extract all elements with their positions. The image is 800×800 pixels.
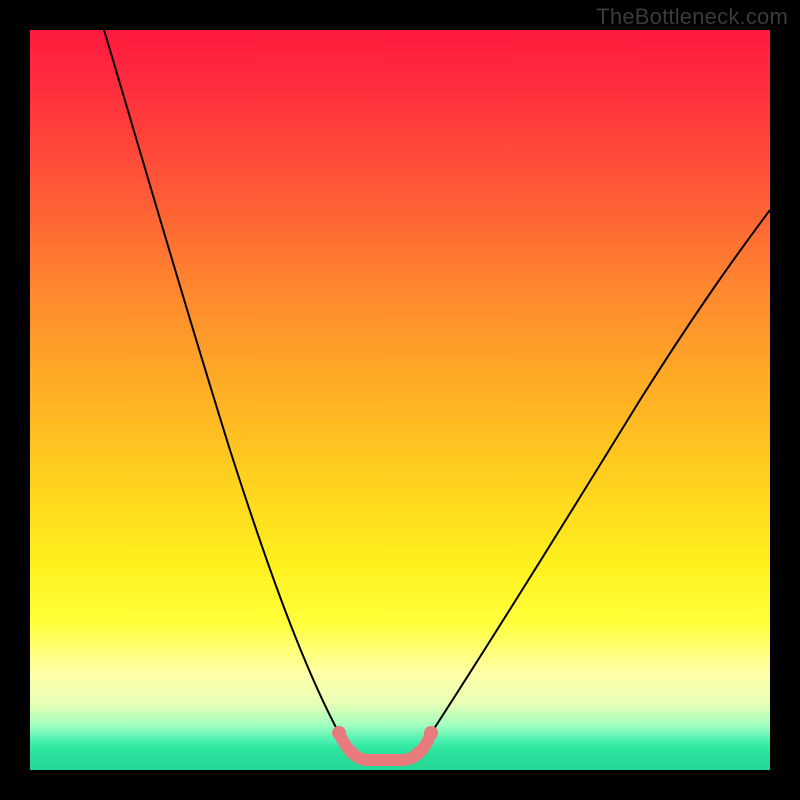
valley-dot [412, 746, 424, 758]
valley-dot [346, 746, 358, 758]
left-curve [104, 30, 340, 735]
valley-endpoint-left [332, 726, 346, 740]
valley-endpoint-right [424, 726, 438, 740]
watermark-text: TheBottleneck.com [596, 4, 788, 30]
right-curve [430, 210, 770, 735]
chart-svg [30, 30, 770, 770]
chart-plot-area [30, 30, 770, 770]
